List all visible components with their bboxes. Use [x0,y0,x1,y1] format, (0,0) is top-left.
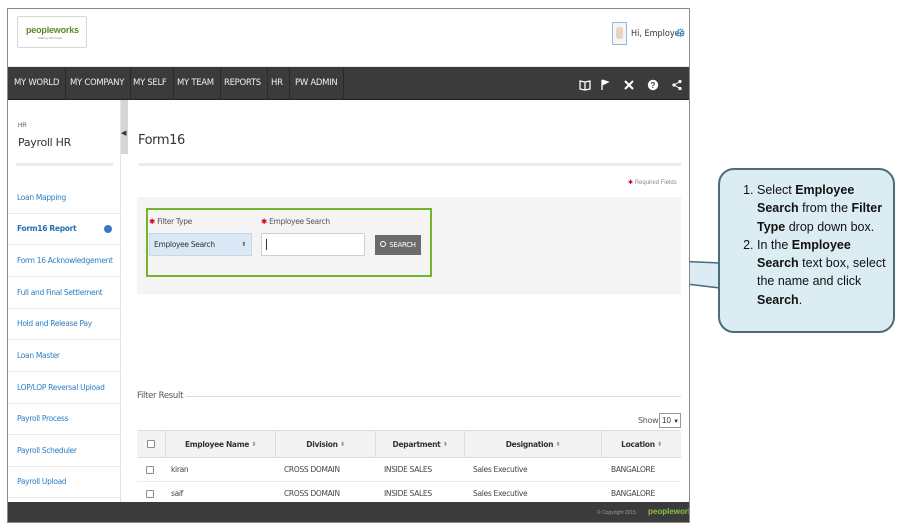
sidebar-item-hold-release-pay[interactable]: Hold and Release Pay [8,309,121,340]
help-icon[interactable]: ? [642,67,664,100]
nav-my-world[interactable]: MY WORLD [8,67,67,100]
table-header: Employee Name ⬍ Division ⬍ Department ⬍ … [137,430,681,458]
sidebar-item-full-final-settlement[interactable]: Full and Final Settlement [8,278,121,309]
sidebar: HR Payroll HR Loan Mapping Form16 Report… [8,100,121,510]
sidebar-item-label: Form16 Report [17,224,77,233]
cell-division: CROSS DOMAIN [284,465,340,474]
sidebar-item-form16-acknowledgement[interactable]: Form 16 Acknowledgement [8,246,121,277]
sidebar-item-payroll-upload[interactable]: Payroll Upload [8,467,121,498]
employee-search-input[interactable] [261,233,365,256]
logo-text: peopleworks [26,25,79,35]
select-caret-icon: ⬍ [241,241,246,248]
instruction-step-2: In the Employee Search text box, select … [757,236,887,309]
active-indicator-icon [104,225,112,233]
gear-icon[interactable]: ⚙ [675,26,686,40]
filter-result-divider [186,396,681,397]
footer: © Copyright 2015 peopleworks [8,502,689,522]
footer-logo: peopleworks [648,507,689,516]
column-location[interactable]: Location ⬍ [602,431,681,457]
filter-type-select[interactable]: Employee Search ⬍ [149,233,252,256]
cell-location: BANGALORE [611,465,655,474]
page-size-select[interactable]: 10 ▼ [659,413,681,428]
show-label: Show: [638,416,661,425]
tools-icon[interactable] [618,67,640,100]
chevron-left-icon[interactable]: ◀ [121,129,126,137]
nav-my-team[interactable]: MY TEAM [171,67,221,100]
nav-my-self[interactable]: MY SELF [127,67,174,100]
column-department[interactable]: Department ⬍ [376,431,465,457]
table-row[interactable]: kiran CROSS DOMAIN INSIDE SALES Sales Ex… [137,458,681,482]
company-logo[interactable]: peopleworks Making HR simple [17,16,87,48]
nav-reports[interactable]: REPORTS [218,67,268,100]
page-title: Form16 [138,133,185,148]
app-window: peopleworks Making HR simple Hi, Employe… [7,8,690,523]
sidebar-item-loan-mapping[interactable]: Loan Mapping [8,183,121,214]
instruction-step-1: Select Employee Search from the Filter T… [757,181,887,236]
filter-type-label: ✱ Filter Type [149,217,192,226]
sidebar-item-form16-report[interactable]: Form16 Report [8,214,121,245]
sidebar-section-label: HR [18,123,27,129]
column-division[interactable]: Division ⬍ [276,431,376,457]
results-table: Employee Name ⬍ Division ⬍ Department ⬍ … [137,430,681,506]
title-divider [138,163,681,166]
sidebar-item-payroll-process[interactable]: Payroll Process [8,404,121,435]
logo-tagline: Making HR simple [38,36,63,40]
search-icon [380,241,387,247]
book-icon[interactable] [574,67,596,100]
employee-search-label: ✱ Employee Search [261,217,330,226]
required-fields-note: ✱ Required Fields [628,180,677,186]
flag-icon[interactable] [594,67,616,100]
sidebar-item-loan-master[interactable]: Loan Master [8,341,121,372]
search-button[interactable]: SEARCH [375,235,421,255]
top-header: peopleworks Making HR simple Hi, Employe… [8,9,689,67]
row-checkbox[interactable] [146,458,154,481]
nav-hr[interactable]: HR [265,67,290,100]
avatar[interactable] [612,22,627,45]
nav-my-company[interactable]: MY COMPANY [64,67,132,100]
instruction-steps: Select Employee Search from the Filter T… [757,181,887,309]
instruction-callout: Select Employee Search from the Filter T… [718,168,895,333]
sidebar-divider [16,163,113,166]
select-all-checkbox[interactable] [137,431,166,457]
share-icon[interactable] [666,67,688,100]
column-designation[interactable]: Designation ⬍ [465,431,602,457]
sidebar-item-payroll-scheduler[interactable]: Payroll Scheduler [8,436,121,467]
sidebar-item-lop-reversal-upload[interactable]: LOP/LOP Reversal Upload [8,373,121,404]
copyright-text: © Copyright 2015 [597,510,636,516]
sidebar-title: Payroll HR [18,136,71,149]
cell-designation: Sales Executive [473,465,528,474]
column-employee-name[interactable]: Employee Name ⬍ [166,431,276,457]
sidebar-collapse-handle[interactable] [121,100,128,154]
cell-department: INSIDE SALES [384,465,432,474]
nav-pw-admin[interactable]: PW ADMIN [289,67,345,100]
filter-result-heading: Filter Result [137,391,184,401]
main-nav: MY WORLD MY COMPANY MY SELF MY TEAM REPO… [8,67,689,100]
cell-employee-name: kiran [171,465,189,474]
svg-text:?: ? [651,81,656,90]
